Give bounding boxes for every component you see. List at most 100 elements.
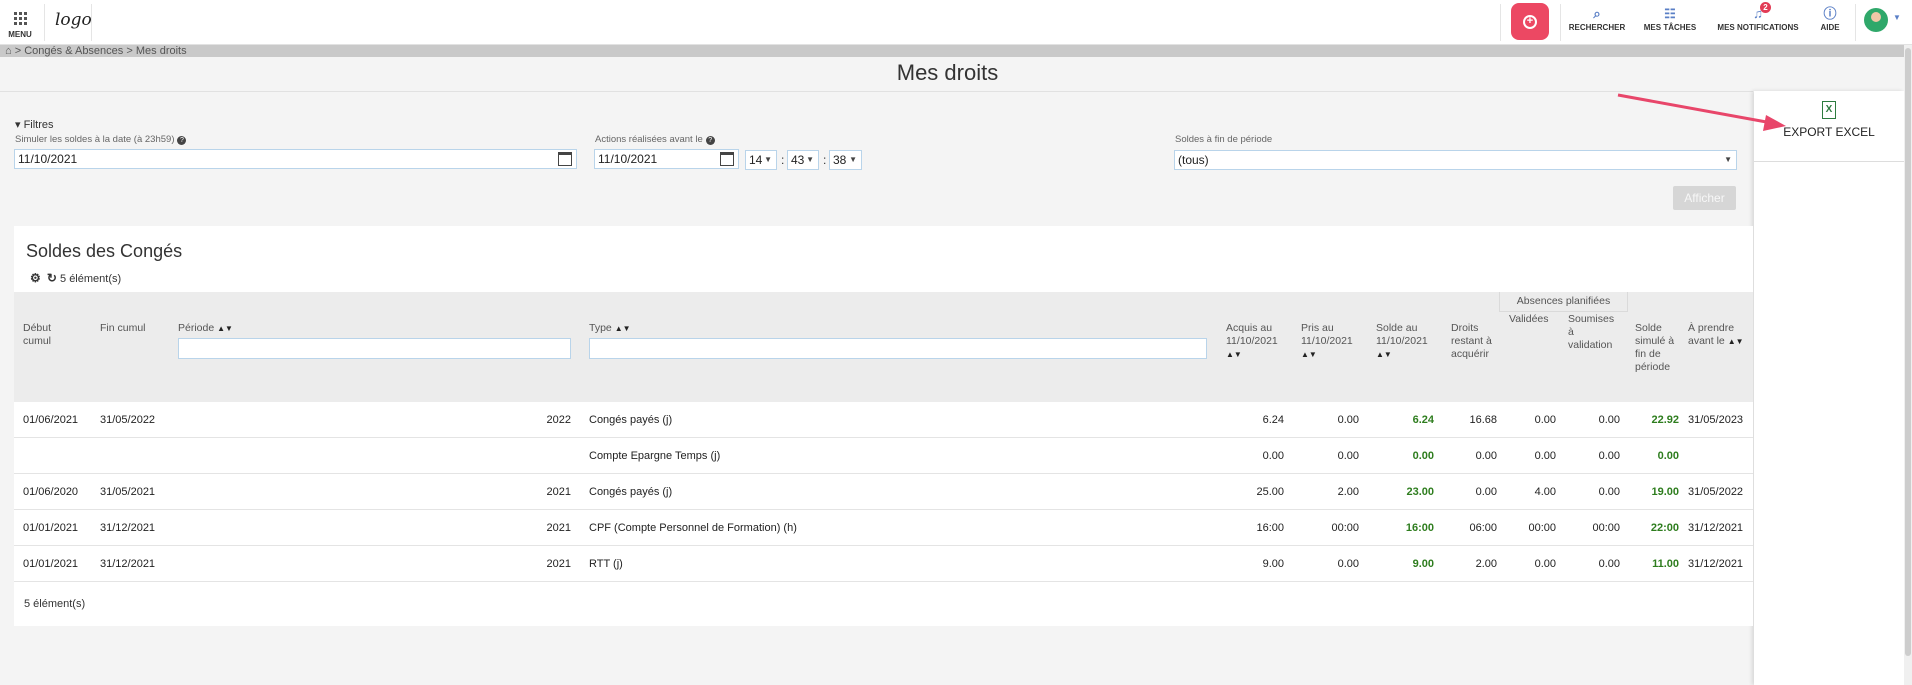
table-row[interactable]: Compte Epargne Temps (j) 0.00 0.00 0.00 0.00… [14,438,1753,474]
table-row[interactable]: 01/06/2020 31/05/2021 2021 Congés payés (j)… [14,474,1753,510]
cell-validees: 0.00 [1534,450,1556,462]
col-debut-cumul: Début cumul [23,322,52,347]
cell-solde-simule: 0.00 [1657,450,1679,462]
filter-periode-input[interactable] [178,338,571,359]
col-pris[interactable]: Pris au 11/10/2021 ▲▼ [1301,322,1363,361]
cell-type: CPF (Compte Personnel de Formation) (h) [589,522,797,534]
col-acquis[interactable]: Acquis au 11/10/2021 ▲▼ [1226,322,1288,361]
cell-pris: 2.00 [1337,486,1359,498]
filters-label: Filtres [23,119,54,131]
cell-pris: 0.00 [1337,414,1359,426]
table-row[interactable]: 01/06/2021 31/05/2022 2022 Congés payés (j)… [14,402,1753,438]
col-type[interactable]: Type ▲▼ [589,322,631,335]
filter-type-input[interactable] [589,338,1207,359]
hour-select[interactable]: 14 ▼ [745,150,777,170]
calendar-icon[interactable] [720,152,734,166]
table-footer-count: 5 élément(s) [24,598,86,610]
chevron-down-icon: ▼ [1724,155,1732,164]
cell-pris: 00:00 [1331,522,1359,534]
cell-soumises: 0.00 [1598,486,1620,498]
cell-droits-restant: 0.00 [1475,450,1497,462]
chevron-down-icon: ▼ [764,155,772,164]
table-toolbar: ⚙ ↻ 5 élément(s) [30,271,121,285]
cell-periode: 2021 [546,486,571,498]
cell-a-prendre: 31/12/2021 [1688,522,1744,534]
cell-solde: 6.24 [1412,414,1434,426]
help-icon[interactable]: ? [705,136,715,145]
actions-date-label: Actions réalisées avant le? [595,134,715,145]
chevron-down-icon: ▼ [806,155,814,164]
cell-validees: 0.00 [1534,558,1556,570]
balances-table-card: Soldes des Congés ⚙ ↻ 5 élément(s) Absen… [14,226,1753,626]
sort-icon: ▲▼ [1376,350,1392,359]
cell-droits-restant: 16.68 [1469,414,1497,426]
cell-droits-restant: 06:00 [1469,522,1497,534]
filters-toggle[interactable]: ▾ Filtres [15,118,54,131]
simulate-date-input[interactable]: 11/10/2021 [14,149,577,169]
sort-icon: ▲▼ [1301,350,1317,359]
cell-debut: 01/06/2021 [23,414,79,426]
cell-solde-simule: 22.92 [1651,414,1679,426]
chevron-down-icon: ▼ [849,155,857,164]
refresh-icon[interactable]: ↻ [47,271,57,285]
cell-periode: 2021 [546,522,571,534]
cell-pris: 0.00 [1337,450,1359,462]
cell-solde: 0.00 [1412,450,1434,462]
sort-icon: ▲▼ [614,324,631,333]
cell-debut: 01/01/2021 [23,522,79,534]
col-validees: Validées [1509,313,1549,325]
calendar-icon[interactable] [558,152,572,166]
col-periode[interactable]: Période ▲▼ [178,322,233,335]
cell-validees: 00:00 [1528,522,1556,534]
cell-solde: 9.00 [1412,558,1434,570]
minute-select[interactable]: 43 ▼ [787,150,819,170]
cell-pris: 0.00 [1337,558,1359,570]
cell-acquis: 9.00 [1262,558,1284,570]
soldes-label: Soldes à fin de période [1175,134,1273,145]
simulate-date-label: Simuler les soldes à la date (à 23h59)? [15,134,187,145]
cell-a-prendre: 31/05/2022 [1688,486,1744,498]
cell-solde-simule: 19.00 [1651,486,1679,498]
col-a-prendre[interactable]: À prendre avant le ▲▼ [1688,322,1744,348]
col-droits-restant: Droits restant à acquérir [1451,322,1492,360]
cell-type: Congés payés (j) [589,486,673,498]
cell-soumises: 0.00 [1598,558,1620,570]
col-solde[interactable]: Solde au 11/10/2021 ▲▼ [1376,322,1438,361]
cell-solde: 23.00 [1406,486,1434,498]
cell-fin: 31/12/2021 [100,558,156,570]
cell-acquis: 6.24 [1262,414,1284,426]
actions-date-input[interactable]: 11/10/2021 [594,149,739,169]
cell-soumises: 0.00 [1598,450,1620,462]
cell-solde-simule: 22:00 [1650,522,1679,534]
col-soumises: Soumises à validation [1568,313,1615,351]
cell-acquis: 0.00 [1262,450,1284,462]
sort-icon: ▲▼ [1226,350,1242,359]
cell-acquis: 25.00 [1256,486,1284,498]
cell-soumises: 0.00 [1598,414,1620,426]
second-select[interactable]: 38 ▼ [829,150,862,170]
cell-droits-restant: 0.00 [1475,486,1497,498]
cell-a-prendre: 31/12/2021 [1688,558,1744,570]
cell-acquis: 16:00 [1256,522,1284,534]
cell-periode: 2021 [546,558,571,570]
cell-fin: 31/05/2022 [100,414,156,426]
cell-fin: 31/12/2021 [100,522,156,534]
afficher-button[interactable]: Afficher [1673,186,1736,210]
soldes-select[interactable]: (tous) ▼ [1174,150,1737,170]
table-row[interactable]: 01/01/2021 31/12/2021 2021 CPF (Compte Pers… [14,510,1753,546]
cell-periode: 2022 [546,414,571,426]
caret-down-icon: ▾ [15,119,24,131]
help-icon[interactable]: ? [177,136,187,145]
table-row[interactable]: 01/01/2021 31/12/2021 2021 RTT (j) 9.00 0.00 9… [14,546,1753,582]
gear-icon[interactable]: ⚙ [30,271,41,285]
cell-droits-restant: 2.00 [1475,558,1497,570]
group-header-planned: Absences planifiées [1499,292,1628,312]
cell-solde-simule: 11.00 [1652,558,1679,570]
cell-type: Congés payés (j) [589,414,673,426]
cell-fin: 31/05/2021 [100,486,156,498]
table-title: Soldes des Congés [26,241,183,261]
cell-debut: 01/06/2020 [23,486,79,498]
cell-solde: 16:00 [1405,522,1434,534]
cell-type: RTT (j) [589,558,623,570]
sort-icon: ▲▼ [217,324,233,333]
